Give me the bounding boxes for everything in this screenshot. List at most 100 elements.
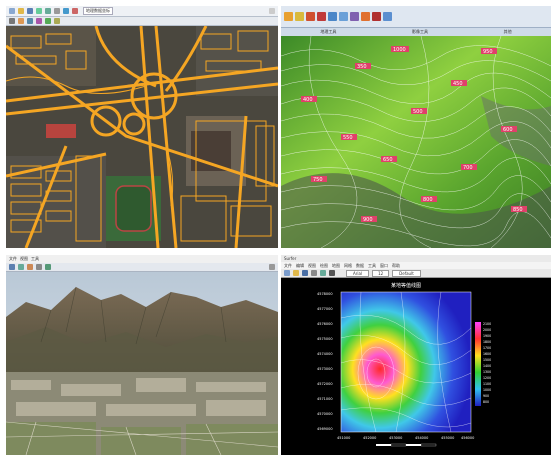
map-label-11: 900 bbox=[363, 217, 373, 223]
panel-3d-terrain: 文件 视图 工具 bbox=[6, 255, 278, 455]
menu-data[interactable]: 数据 bbox=[356, 263, 364, 269]
ribbon-group-geo: 地理工具 bbox=[320, 29, 337, 34]
x-tick-4: 455000 bbox=[441, 436, 454, 440]
toolbar-surfer: Arial 12 Default bbox=[281, 269, 551, 278]
image-tile-icon[interactable] bbox=[339, 12, 348, 21]
style-dropdown[interactable]: Default bbox=[392, 269, 421, 277]
y-tick-7: 4571000 bbox=[317, 397, 333, 401]
x-tick-1: 452000 bbox=[363, 436, 376, 440]
font-dropdown[interactable]: Arial bbox=[346, 269, 370, 277]
vertex-icon[interactable] bbox=[27, 18, 33, 24]
legend-value-5: 1600 bbox=[483, 352, 491, 356]
new-icon[interactable] bbox=[9, 8, 15, 14]
menu-tools[interactable]: 工具 bbox=[368, 263, 376, 269]
window-title: Surfer bbox=[284, 256, 297, 261]
menu-file[interactable]: 文件 bbox=[9, 256, 17, 262]
coordinate-field[interactable]: 地理数据坐标 bbox=[83, 7, 113, 15]
legend-value-10: 1100 bbox=[483, 382, 491, 386]
contour-plot[interactable]: 某地等值线图 4578000 4577000 4576000 4575000 4… bbox=[281, 278, 551, 455]
print-icon[interactable] bbox=[311, 270, 317, 276]
attribute-icon[interactable] bbox=[54, 18, 60, 24]
zoom-out-icon[interactable] bbox=[45, 8, 51, 14]
map-label-8: 750 bbox=[313, 177, 323, 183]
map-label-12: 950 bbox=[483, 49, 493, 55]
legend-value-6: 1500 bbox=[483, 358, 491, 362]
toolbar-3d bbox=[6, 263, 278, 272]
measure-icon[interactable] bbox=[72, 8, 78, 14]
map-label-10: 850 bbox=[513, 207, 523, 213]
contour-fill bbox=[341, 292, 471, 432]
layer-property-icon[interactable] bbox=[361, 12, 370, 21]
save-icon[interactable] bbox=[27, 8, 33, 14]
rotate-icon[interactable] bbox=[18, 264, 24, 270]
text-label-icon[interactable] bbox=[383, 12, 392, 21]
attribute-transfer-icon[interactable] bbox=[306, 12, 315, 21]
vector-manage-icon[interactable] bbox=[284, 12, 293, 21]
open-icon[interactable] bbox=[18, 8, 24, 14]
legend-value-7: 1400 bbox=[483, 364, 491, 368]
terrain-map[interactable]: 350 400 450 500 550 600 650 700 750 800 … bbox=[281, 36, 551, 248]
panel-contour-plot: Surfer 文件 编辑 视图 绘图 地图 网格 数据 工具 窗口 帮助 Ari… bbox=[281, 255, 551, 455]
fly-icon[interactable] bbox=[27, 264, 33, 270]
legend-value-1: 2000 bbox=[483, 328, 491, 332]
layer-icon[interactable] bbox=[45, 18, 51, 24]
vector-edit-icon[interactable] bbox=[295, 12, 304, 21]
map-label-1: 400 bbox=[303, 97, 313, 103]
menu-tools[interactable]: 工具 bbox=[31, 256, 39, 262]
menu-edit[interactable]: 编辑 bbox=[296, 263, 304, 269]
panel-road-vectors: 地理数据坐标 bbox=[6, 6, 278, 248]
legend-value-13: 800 bbox=[483, 400, 489, 404]
zoom-icon[interactable] bbox=[36, 264, 42, 270]
settings-icon[interactable] bbox=[269, 264, 275, 270]
y-tick-3: 4575000 bbox=[317, 337, 333, 341]
navigate-icon[interactable] bbox=[9, 264, 15, 270]
menu-view[interactable]: 视图 bbox=[20, 256, 28, 262]
map-label-0: 350 bbox=[357, 64, 367, 70]
terrain-3d-view[interactable] bbox=[6, 272, 278, 455]
layers-icon[interactable] bbox=[45, 264, 51, 270]
legend-value-4: 1700 bbox=[483, 346, 491, 350]
size-dropdown[interactable]: 12 bbox=[372, 269, 390, 277]
image-overlay-icon[interactable] bbox=[317, 12, 326, 21]
menu-map[interactable]: 地图 bbox=[332, 263, 340, 269]
y-tick-4: 4574000 bbox=[317, 352, 333, 356]
map-label-13: 1000 bbox=[393, 47, 406, 53]
zoom-in-icon[interactable] bbox=[36, 8, 42, 14]
zoom-icon[interactable] bbox=[320, 270, 326, 276]
y-tick-6: 4572000 bbox=[317, 382, 333, 386]
title-bar: Surfer bbox=[281, 255, 551, 262]
menu-help[interactable]: 帮助 bbox=[392, 263, 400, 269]
color-legend bbox=[475, 322, 481, 406]
pan-icon[interactable] bbox=[54, 8, 60, 14]
open-icon[interactable] bbox=[293, 270, 299, 276]
x-tick-3: 454000 bbox=[415, 436, 428, 440]
new-icon[interactable] bbox=[284, 270, 290, 276]
image-data-icon[interactable] bbox=[372, 12, 381, 21]
menu-file[interactable]: 文件 bbox=[284, 263, 292, 269]
dropdown-icon[interactable] bbox=[269, 8, 275, 14]
save-icon[interactable] bbox=[302, 270, 308, 276]
menu-view[interactable]: 视图 bbox=[308, 263, 316, 269]
legend-value-2: 1900 bbox=[483, 334, 491, 338]
menu-grid[interactable]: 网格 bbox=[344, 263, 352, 269]
image-display-icon[interactable] bbox=[328, 12, 337, 21]
map-label-7: 700 bbox=[463, 165, 473, 171]
ribbon-toolbar bbox=[281, 6, 551, 28]
y-tick-8: 4570000 bbox=[317, 412, 333, 416]
identify-icon[interactable] bbox=[63, 8, 69, 14]
menu-window[interactable]: 窗口 bbox=[380, 263, 388, 269]
layer-manage-icon[interactable] bbox=[350, 12, 359, 21]
menu-bar-surfer: 文件 编辑 视图 绘图 地图 网格 数据 工具 窗口 帮助 bbox=[281, 262, 551, 269]
legend-value-12: 900 bbox=[483, 394, 489, 398]
menu-draw[interactable]: 绘图 bbox=[320, 263, 328, 269]
panel-terrain-contours: 地理工具 影像工具 其他 350 400 450 500 550 600 650… bbox=[281, 6, 551, 248]
select-icon[interactable] bbox=[329, 270, 335, 276]
legend-value-8: 1300 bbox=[483, 370, 491, 374]
x-tick-5: 456000 bbox=[461, 436, 474, 440]
snap-icon[interactable] bbox=[36, 18, 42, 24]
scale-bar bbox=[376, 443, 437, 447]
road-map[interactable] bbox=[6, 26, 278, 248]
toolbar-top-left-1: 地理数据坐标 bbox=[6, 6, 278, 17]
select-icon[interactable] bbox=[9, 18, 15, 24]
edit-icon[interactable] bbox=[18, 18, 24, 24]
